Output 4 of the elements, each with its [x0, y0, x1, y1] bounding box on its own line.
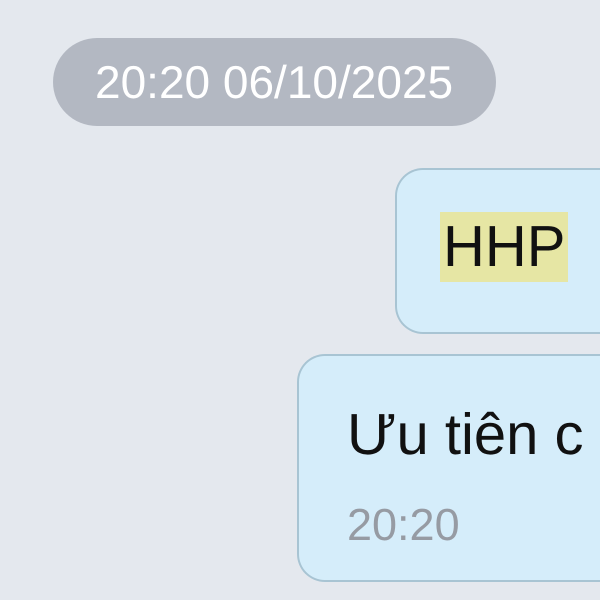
message-time: 20:20	[347, 498, 460, 552]
date-separator: 20:20 06/10/2025	[53, 38, 496, 126]
message-text: HHP	[440, 212, 568, 282]
message-text: Ưu tiên c	[347, 401, 584, 469]
